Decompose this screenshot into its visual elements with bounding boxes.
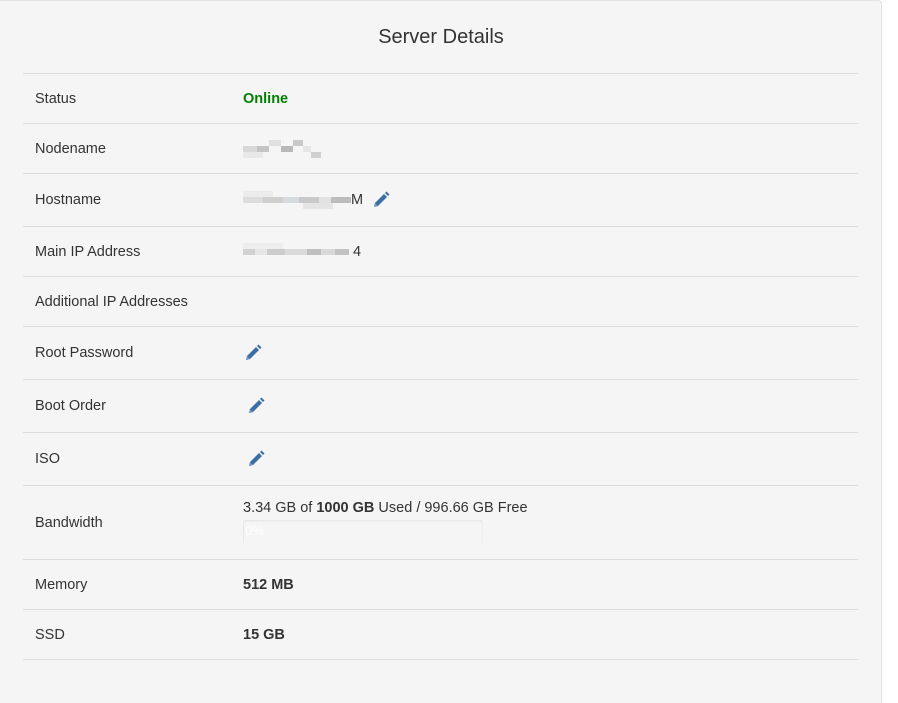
row-nodename: Nodename [23,123,858,173]
iso-label: ISO [35,451,60,467]
bandwidth-rest: Used / 996.66 GB Free [374,500,528,516]
status-label: Status [35,90,77,107]
row-status: Status Online [23,73,858,123]
iso-edit-pencil-icon[interactable] [246,449,266,469]
root-password-label: Root Password [35,345,134,361]
bandwidth-progress-label: 0% [245,523,264,538]
row-ssd: SSD 15 GB [23,609,858,660]
bandwidth-label: Bandwidth [35,514,103,531]
main-ip-label: Main IP Address [35,243,141,260]
memory-value: 512 MB [243,576,294,593]
ssd-value: 15 GB [243,626,285,643]
bandwidth-progress: 0% [243,520,483,544]
row-memory: Memory 512 MB [23,559,858,609]
hostname-edit-pencil-icon[interactable] [371,190,391,210]
hostname-redacted [243,191,351,209]
nodename-redacted [243,139,323,158]
main-ip-redacted [243,242,353,261]
bandwidth-value: 3.34 GB of 1000 GB Used / 996.66 GB Free… [243,500,528,544]
nodename-label: Nodename [35,140,106,157]
boot-order-edit-pencil-icon[interactable] [246,396,266,416]
hostname-suffix: M [351,192,364,208]
row-root-password: Root Password [23,326,858,379]
status-value: Online [243,90,289,107]
row-boot-order: Boot Order [23,379,858,432]
main-ip-suffix: 4 [353,243,362,260]
hostname-label: Hostname [35,192,102,208]
row-iso: ISO [23,432,858,485]
bandwidth-total: 1000 GB [316,500,375,516]
root-password-edit-pencil-icon[interactable] [243,343,263,363]
row-additional-ips: Additional IP Addresses [23,276,858,326]
additional-ips-label: Additional IP Addresses [35,293,188,310]
bandwidth-progress-bar [243,520,244,544]
row-hostname: Hostname M [23,173,858,226]
bandwidth-usage-text: 3.34 GB of 1000 GB Used / 996.66 GB Free [243,500,528,516]
memory-label: Memory [35,576,88,593]
ssd-label: SSD [35,626,65,643]
bandwidth-used: 3.34 GB [243,500,297,516]
boot-order-label: Boot Order [35,398,106,414]
server-details-table: Status Online Nodename Hostname M Main I… [23,73,858,660]
row-main-ip: Main IP Address 4 [23,226,858,276]
server-details-panel: Server Details Status Online Nodename Ho… [0,0,882,703]
row-bandwidth: Bandwidth 3.34 GB of 1000 GB Used / 996.… [23,485,858,559]
panel-title: Server Details [378,26,504,48]
bandwidth-of: of [296,500,317,516]
